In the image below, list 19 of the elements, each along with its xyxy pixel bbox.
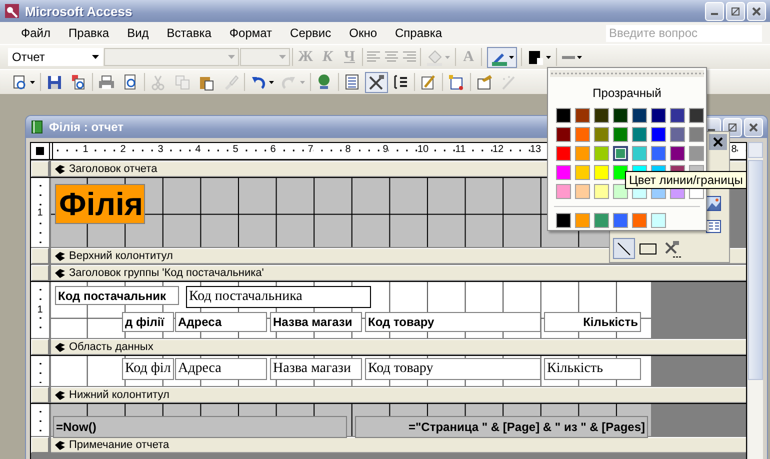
vertical-ruler: 1 [31, 178, 49, 247]
ruler-number: 1 [82, 144, 88, 155]
ruler-number: 12 [492, 144, 504, 155]
ruler-number: 8 [345, 144, 351, 155]
ruler-number: 6 [270, 144, 276, 155]
window-title: Microsoft Access [25, 4, 134, 18]
ruler-number: 10 [417, 144, 429, 155]
ruler-number: 3 [158, 144, 164, 155]
ruler-number: 7 [308, 144, 314, 155]
ruler-number: 2 [120, 144, 126, 155]
ruler-number: 11 [455, 144, 466, 155]
ruler-number: 13 [530, 144, 542, 155]
window-title: Філія : отчет [49, 120, 124, 134]
ruler-number: 4 [195, 144, 201, 155]
ruler-number: 8 [731, 144, 737, 155]
tooltip: Цвет линии/границы [625, 171, 747, 189]
vertical-ruler: 1 [31, 282, 49, 338]
ruler-number: 5 [232, 144, 238, 155]
ruler-number: 9 [382, 144, 388, 155]
